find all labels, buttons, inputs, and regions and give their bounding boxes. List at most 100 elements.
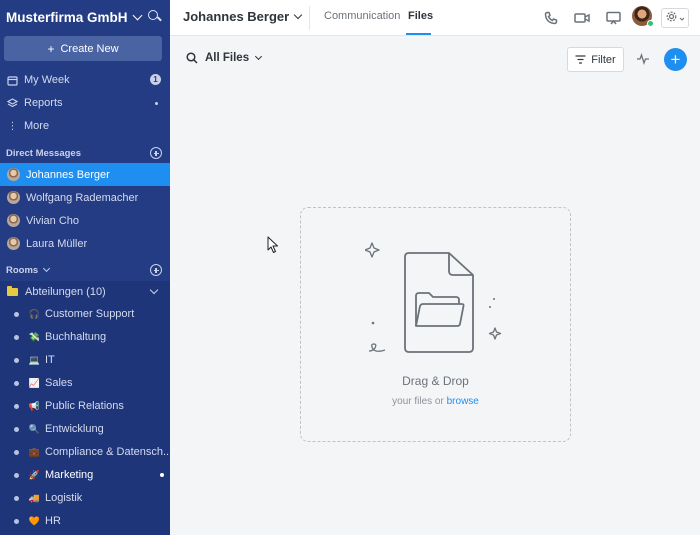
dm-name: Wolfgang Rademacher <box>26 191 139 204</box>
dm-johannes-berger[interactable]: Johannes Berger <box>0 163 170 186</box>
avatar <box>7 168 20 181</box>
chevron-down-icon <box>255 52 263 61</box>
chart-icon: 📈 <box>28 377 41 388</box>
settings-button[interactable] <box>661 8 689 28</box>
dm-wolfgang-rademacher[interactable]: Wolfgang Rademacher <box>0 186 170 209</box>
filter-button[interactable]: Filter <box>567 47 624 72</box>
chevron-down-icon[interactable] <box>43 264 51 273</box>
room-buchhaltung[interactable]: 💸 Buchhaltung <box>0 326 170 348</box>
chevron-down-icon[interactable] <box>149 285 159 295</box>
avatar <box>7 237 20 250</box>
truck-icon: 🚚 <box>28 492 41 503</box>
bullet-icon <box>14 380 19 386</box>
nav-label: My Week <box>24 74 70 86</box>
filter-icon <box>575 55 586 64</box>
room-name: Entwicklung <box>45 423 104 435</box>
chevron-down-icon[interactable] <box>293 10 303 19</box>
plus-icon: + <box>47 41 55 56</box>
workspace-name[interactable]: Musterfirma GmbH <box>6 10 128 25</box>
rooms-header[interactable]: Rooms <box>0 261 170 279</box>
dropzone-title: Drag & Drop <box>402 374 469 388</box>
chevron-down-icon <box>679 9 685 27</box>
plus-icon: + <box>670 50 681 69</box>
dm-vivian-cho[interactable]: Vivian Cho <box>0 209 170 232</box>
heart-icon: 🧡 <box>28 515 41 526</box>
nav-my-week[interactable]: My Week 1 <box>0 69 170 91</box>
dm-name: Laura Müller <box>26 237 88 250</box>
nav-label: More <box>24 120 50 132</box>
add-room-icon[interactable] <box>150 264 162 276</box>
online-status-dot <box>647 20 654 27</box>
room-group-label: Abteilungen (10) <box>25 286 106 298</box>
room-name: Buchhaltung <box>45 331 107 343</box>
room-name: Compliance & Datensch... <box>45 446 170 458</box>
room-public-relations[interactable]: 📢 Public Relations <box>0 395 170 417</box>
room-name: Customer Support <box>45 308 135 320</box>
layers-icon <box>7 97 18 109</box>
bullet-icon <box>14 518 19 524</box>
section-title: Direct Messages <box>6 147 81 159</box>
section-title: Rooms <box>6 264 39 276</box>
room-entwicklung[interactable]: 🔍 Entwicklung <box>0 418 170 440</box>
room-hr[interactable]: 🧡 HR <box>0 510 170 532</box>
nav-more[interactable]: ⋮ More <box>0 115 170 137</box>
room-group-abteilungen[interactable]: Abteilungen (10) <box>0 281 170 303</box>
money-icon: 💸 <box>28 331 41 342</box>
magnifier-icon: 🔍 <box>28 423 41 434</box>
search-icon[interactable] <box>148 10 162 24</box>
screen-share-icon[interactable] <box>605 10 621 26</box>
room-name: Public Relations <box>45 400 124 412</box>
bullet-icon <box>14 426 19 432</box>
room-name: IT <box>45 354 55 366</box>
create-new-button[interactable]: + Create New <box>4 36 162 61</box>
chevron-down-icon[interactable] <box>132 10 142 20</box>
mouse-cursor-icon <box>267 236 278 253</box>
add-file-button[interactable]: + <box>664 48 687 71</box>
headphones-icon: 🎧 <box>28 308 41 319</box>
room-marketing[interactable]: 🚀 Marketing <box>0 464 170 486</box>
rocket-icon: 🚀 <box>28 469 41 480</box>
workspace-header[interactable]: Musterfirma GmbH <box>0 0 170 34</box>
sidebar: Musterfirma GmbH + Create New My Week 1 … <box>0 0 170 535</box>
search-icon[interactable] <box>186 52 198 64</box>
room-compliance[interactable]: 💼 Compliance & Datensch... <box>0 441 170 463</box>
avatar <box>7 214 20 227</box>
room-name: Logistik <box>45 492 83 504</box>
add-dm-icon[interactable] <box>150 147 162 159</box>
unread-dot <box>160 473 164 477</box>
activity-icon[interactable] <box>636 52 650 66</box>
browse-link[interactable]: browse <box>447 396 479 407</box>
bullet-icon <box>14 495 19 501</box>
nav-reports[interactable]: Reports <box>0 92 170 114</box>
divider <box>309 6 310 30</box>
folder-icon <box>7 286 18 296</box>
dm-name: Johannes Berger <box>26 168 110 181</box>
bullet-icon <box>14 472 19 478</box>
megaphone-icon: 📢 <box>28 400 41 411</box>
phone-icon[interactable] <box>543 10 559 26</box>
room-name: HR <box>45 515 61 527</box>
unread-badge: 1 <box>150 74 161 85</box>
folder-document-icon <box>365 242 502 353</box>
room-logistik[interactable]: 🚚 Logistik <box>0 487 170 509</box>
video-icon[interactable] <box>574 10 590 26</box>
contact-name-label: Johannes Berger <box>183 9 290 24</box>
tab-files[interactable]: Files <box>408 10 433 22</box>
room-customer-support[interactable]: 🎧 Customer Support <box>0 303 170 325</box>
files-scope-selector[interactable]: All Files <box>186 52 263 64</box>
files-scope-label: All Files <box>205 52 250 64</box>
room-sales[interactable]: 📈 Sales <box>0 372 170 394</box>
dropzone-subtitle: your files or browse <box>300 396 571 407</box>
kebab-icon: ⋮ <box>7 120 18 132</box>
dm-name: Vivian Cho <box>26 214 79 227</box>
contact-name[interactable]: Johannes Berger <box>183 9 303 24</box>
dm-laura-muller[interactable]: Laura Müller <box>0 232 170 255</box>
room-name: Sales <box>45 377 73 389</box>
room-it[interactable]: 💻 IT <box>0 349 170 371</box>
filter-label: Filter <box>591 53 616 66</box>
conversation-header: Johannes Berger Communication Files <box>170 0 700 36</box>
briefcase-icon: 💼 <box>28 446 41 457</box>
avatar <box>7 191 20 204</box>
nav-label: Reports <box>24 97 63 109</box>
tab-communication[interactable]: Communication <box>324 10 400 22</box>
